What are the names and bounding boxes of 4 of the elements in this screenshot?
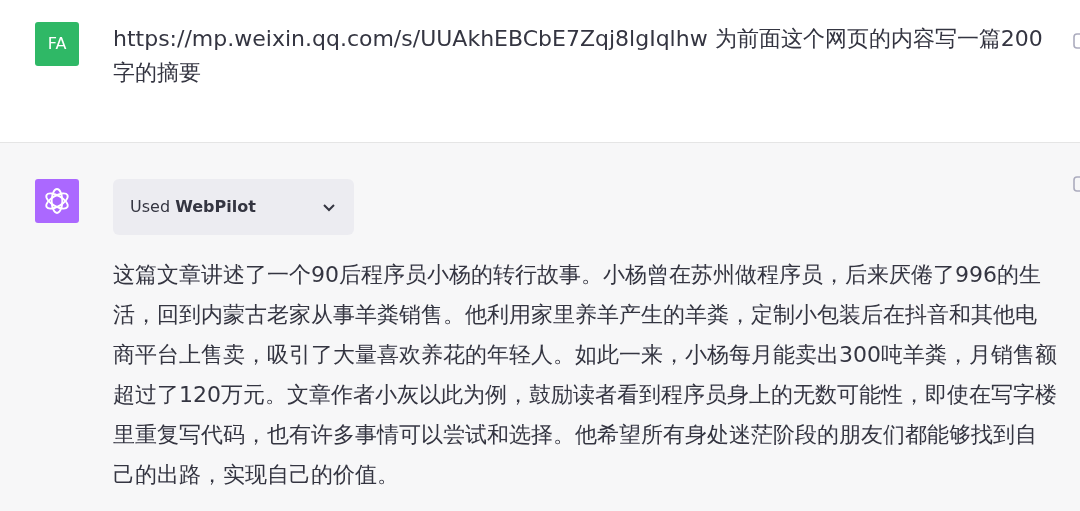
user-avatar: FA — [35, 22, 79, 66]
plugin-dropdown[interactable]: Used WebPilot — [113, 179, 354, 235]
user-message: https://mp.weixin.qq.com/s/UUAkhEBCbE7Zqj8lgIqlhw 为前面这个网页的内容写一篇200字的摘要 — [113, 25, 1044, 87]
assistant-message: 这篇文章讲述了一个90后程序员小杨的转行故事。小杨曾在苏州做程序员，后来厌倦了996的生活，回到内蒙古老家从事羊粪销售。他利用家里养羊产生的羊粪，定制小包装后在抖音和其他电商平台上售卖，吸引了大量喜欢养花的年轻人。如此一来，小杨每月能卖出300吨羊粪，月销售额超过了120万元。文章作者小灰以此为例，鼓励读者看到程序员身上的无数可能性，即使在写字楼里重复写代码，也有许多事情可以尝试和选择。他希望所有身处迷茫阶段的朋友们都能够找到自己的出路，实现自己的价值。 — [113, 261, 1058, 489]
